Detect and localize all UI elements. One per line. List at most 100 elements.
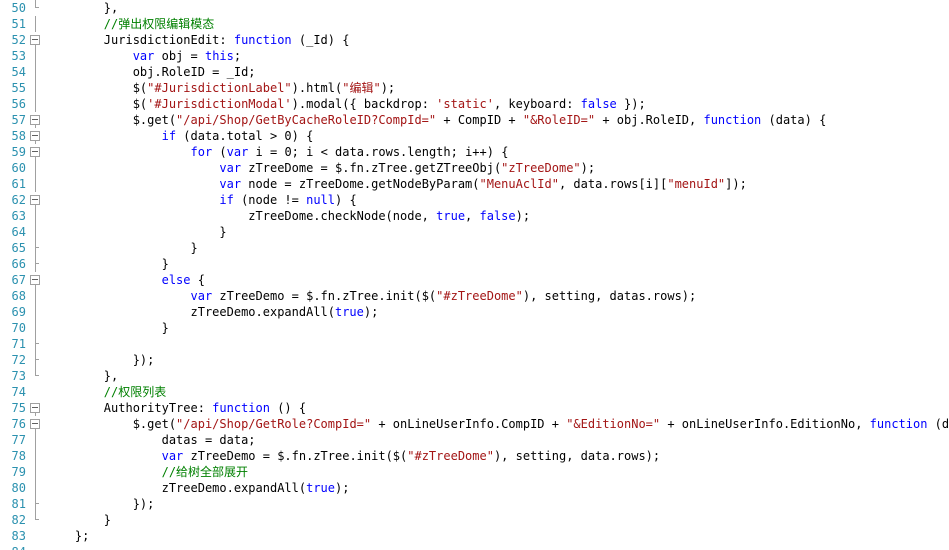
- code-line[interactable]: 76 $.get("/api/Shop/GetRole?CompId=" + o…: [0, 416, 949, 432]
- token-plain: );: [363, 305, 379, 319]
- code-text[interactable]: $.get("/api/Shop/GetRole?CompId=" + onLi…: [46, 416, 949, 432]
- token-kw: function: [869, 417, 928, 431]
- code-line[interactable]: 79 //给树全部展开: [0, 464, 949, 480]
- code-text[interactable]: }: [46, 320, 169, 336]
- code-line[interactable]: 51 //弹出权限编辑模态: [0, 16, 949, 32]
- code-text[interactable]: if (node != null) {: [46, 192, 356, 208]
- code-line[interactable]: 70 }: [0, 320, 949, 336]
- code-line[interactable]: 58 if (data.total > 0) {: [0, 128, 949, 144]
- token-plain: zTreeDemo = $.fn.zTree.init($(: [183, 449, 408, 463]
- code-line[interactable]: 74 //权限列表: [0, 384, 949, 400]
- code-text[interactable]: AuthorityTree: function () {: [46, 400, 306, 416]
- token-plain: AuthorityTree:: [46, 401, 213, 415]
- code-line[interactable]: 55 $("#JurisdictionLabel").html("编辑");: [0, 80, 949, 96]
- code-line[interactable]: 62 if (node != null) {: [0, 192, 949, 208]
- code-line[interactable]: 83 };: [0, 528, 949, 544]
- fold-column-empty: [28, 384, 44, 400]
- code-line[interactable]: 66 }: [0, 256, 949, 272]
- code-line[interactable]: 56 $('#JurisdictionModal').modal({ backd…: [0, 96, 949, 112]
- code-text[interactable]: //弹出权限编辑模态: [46, 16, 214, 32]
- fold-collapse-box[interactable]: [28, 400, 44, 416]
- token-kw: var: [219, 161, 242, 175]
- fold-collapse-box[interactable]: [28, 192, 44, 208]
- code-line[interactable]: 77 datas = data;: [0, 432, 949, 448]
- code-line[interactable]: 82 }: [0, 512, 949, 528]
- token-plain: (: [212, 145, 227, 159]
- code-text[interactable]: zTreeDome.checkNode(node, true, false);: [46, 208, 530, 224]
- code-text[interactable]: }: [46, 512, 111, 528]
- token-plain: (data.total > 0) {: [176, 129, 314, 143]
- code-text[interactable]: var zTreeDemo = $.fn.zTree.init($("#zTre…: [46, 288, 697, 304]
- code-text[interactable]: //权限列表: [46, 384, 166, 400]
- token-plain: );: [380, 81, 396, 95]
- code-text[interactable]: $('#JurisdictionModal').modal({ backdrop…: [46, 96, 646, 112]
- fold-collapse-box[interactable]: [28, 112, 44, 128]
- code-text[interactable]: //给树全部展开: [46, 464, 248, 480]
- line-number: 68: [11, 289, 26, 303]
- line-number: 81: [11, 497, 26, 511]
- code-line[interactable]: 59 for (var i = 0; i < data.rows.length;…: [0, 144, 949, 160]
- fold-collapse-box[interactable]: [28, 128, 44, 144]
- code-text[interactable]: },: [46, 368, 118, 384]
- code-line[interactable]: 67 else {: [0, 272, 949, 288]
- line-number: 56: [11, 97, 26, 111]
- code-line[interactable]: 64 }: [0, 224, 949, 240]
- code-text[interactable]: };: [46, 528, 89, 544]
- code-line[interactable]: 80 zTreeDemo.expandAll(true);: [0, 480, 949, 496]
- code-text[interactable]: },: [46, 0, 118, 16]
- fold-collapse-box[interactable]: [28, 32, 44, 48]
- code-text[interactable]: $.get("/api/Shop/GetByCacheRoleID?CompId…: [46, 112, 827, 128]
- code-text[interactable]: });: [46, 352, 155, 368]
- code-line[interactable]: 61 var node = zTreeDome.getNodeByParam("…: [0, 176, 949, 192]
- code-line[interactable]: 52 JurisdictionEdit: function (_Id) {: [0, 32, 949, 48]
- code-text[interactable]: if (data.total > 0) {: [46, 128, 314, 144]
- code-line[interactable]: 71: [0, 336, 949, 352]
- code-line[interactable]: 73 },: [0, 368, 949, 384]
- code-text[interactable]: }: [46, 256, 169, 272]
- code-text[interactable]: var zTreeDemo = $.fn.zTree.init($("#zTre…: [46, 448, 661, 464]
- code-line[interactable]: 53 var obj = this;: [0, 48, 949, 64]
- code-line[interactable]: 72 });: [0, 352, 949, 368]
- code-text[interactable]: var zTreeDome = $.fn.zTree.getZTreeObj("…: [46, 160, 595, 176]
- code-text[interactable]: JurisdictionEdit: function (_Id) {: [46, 32, 350, 48]
- code-text[interactable]: });: [46, 496, 155, 512]
- fold-collapse-box[interactable]: [28, 144, 44, 160]
- code-text[interactable]: else {: [46, 272, 205, 288]
- code-line[interactable]: 60 var zTreeDome = $.fn.zTree.getZTreeOb…: [0, 160, 949, 176]
- code-line[interactable]: 75 AuthorityTree: function () {: [0, 400, 949, 416]
- code-text[interactable]: for (var i = 0; i < data.rows.length; i+…: [46, 144, 509, 160]
- code-line[interactable]: 69 zTreeDemo.expandAll(true);: [0, 304, 949, 320]
- code-line[interactable]: 81 });: [0, 496, 949, 512]
- code-text[interactable]: }: [46, 224, 226, 240]
- token-plain: , keyboard:: [493, 97, 581, 111]
- line-number: 84: [0, 544, 26, 550]
- code-line[interactable]: 84: [0, 544, 949, 550]
- token-plain: ]);: [725, 177, 747, 191]
- token-cmt: //给树全部展开: [46, 465, 249, 479]
- code-text[interactable]: zTreeDemo.expandAll(true);: [46, 480, 350, 496]
- token-plain: obj.RoleID = _Id;: [46, 65, 256, 79]
- code-text[interactable]: var obj = this;: [46, 48, 241, 64]
- code-line[interactable]: 63 zTreeDome.checkNode(node, true, false…: [0, 208, 949, 224]
- fold-guide-line: [28, 80, 44, 96]
- token-plain: $.get(: [46, 417, 177, 431]
- token-str: "#JurisdictionLabel": [147, 81, 292, 95]
- code-line[interactable]: 57 $.get("/api/Shop/GetByCacheRoleID?Com…: [0, 112, 949, 128]
- fold-guide-line: [28, 432, 44, 448]
- code-editor[interactable]: 50 }, 51 //弹出权限编辑模态 52 JurisdictionEdit: f…: [0, 0, 949, 550]
- code-line[interactable]: 65 }: [0, 240, 949, 256]
- code-text[interactable]: zTreeDemo.expandAll(true);: [46, 304, 378, 320]
- code-text[interactable]: var node = zTreeDome.getNodeByParam("Men…: [46, 176, 747, 192]
- fold-collapse-box[interactable]: [28, 416, 44, 432]
- code-line[interactable]: 78 var zTreeDemo = $.fn.zTree.init($("#z…: [0, 448, 949, 464]
- code-line[interactable]: 54 obj.RoleID = _Id;: [0, 64, 949, 80]
- code-text[interactable]: }: [46, 240, 197, 256]
- code-line[interactable]: 68 var zTreeDemo = $.fn.zTree.init($("#z…: [0, 288, 949, 304]
- code-text[interactable]: datas = data;: [46, 432, 256, 448]
- code-text[interactable]: $("#JurisdictionLabel").html("编辑");: [46, 80, 395, 96]
- token-plain: }: [46, 513, 112, 527]
- fold-collapse-box[interactable]: [28, 272, 44, 288]
- code-text[interactable]: obj.RoleID = _Id;: [46, 64, 256, 80]
- code-line[interactable]: 50 },: [0, 0, 949, 16]
